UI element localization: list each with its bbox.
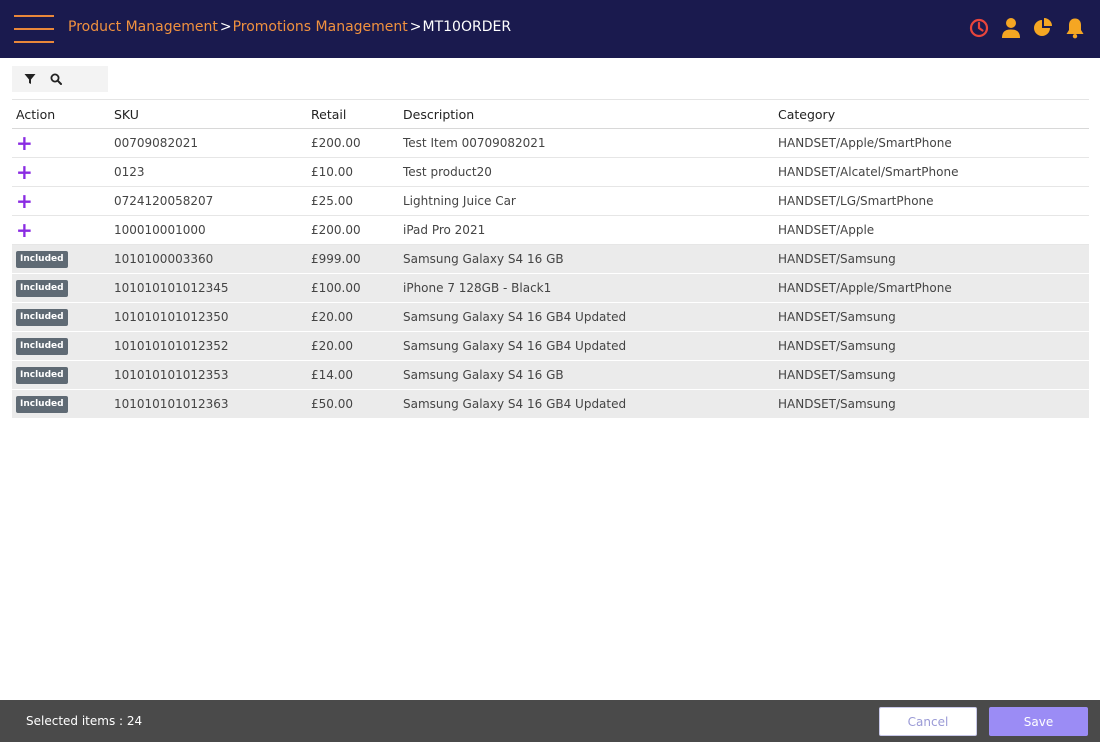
category-cell: HANDSET/Samsung	[774, 244, 1089, 274]
action-cell: Included	[12, 244, 110, 274]
action-cell: Included	[12, 273, 110, 303]
category-cell: HANDSET/Samsung	[774, 302, 1089, 332]
column-header-category[interactable]: Category	[774, 99, 1089, 129]
category-cell: HANDSET/Alcatel/SmartPhone	[774, 157, 1089, 187]
included-badge: Included	[16, 280, 68, 297]
action-cell: Included	[12, 302, 110, 332]
action-cell: +	[12, 215, 110, 245]
cancel-button[interactable]: Cancel	[879, 707, 977, 736]
retail-cell: £200.00	[307, 215, 399, 245]
retail-cell: £10.00	[307, 157, 399, 187]
sku-cell: 0123	[110, 157, 307, 187]
description-cell: Samsung Galaxy S4 16 GB	[399, 360, 774, 390]
sku-cell: 101010101012345	[110, 273, 307, 303]
breadcrumb: Product Management >Promotions Management…	[68, 19, 511, 35]
category-cell: HANDSET/Samsung	[774, 331, 1089, 361]
included-badge: Included	[16, 396, 68, 413]
breadcrumb-product-management[interactable]: Product Management	[68, 19, 218, 35]
table-toolbar	[12, 66, 108, 92]
sku-cell: 100010001000	[110, 215, 307, 245]
retail-cell: £20.00	[307, 302, 399, 332]
retail-cell: £14.00	[307, 360, 399, 390]
included-badge: Included	[16, 338, 68, 355]
action-cell: Included	[12, 360, 110, 390]
table-row: Included 101010101012350 £20.00 Samsung …	[12, 302, 1089, 332]
header-icons	[968, 16, 1086, 40]
products-table: Action SKU Retail Description Category +…	[12, 99, 1089, 419]
table-row: + 0123 £10.00 Test product20 HANDSET/Alc…	[12, 157, 1089, 187]
action-cell: +	[12, 157, 110, 187]
retail-cell: £20.00	[307, 331, 399, 361]
retail-cell: £50.00	[307, 389, 399, 419]
breadcrumb-promotions-management[interactable]: Promotions Management	[233, 19, 408, 35]
action-cell: +	[12, 128, 110, 158]
sku-cell: 101010101012352	[110, 331, 307, 361]
category-cell: HANDSET/LG/SmartPhone	[774, 186, 1089, 216]
top-header: Product Management >Promotions Management…	[0, 0, 1100, 58]
add-item-button[interactable]: +	[16, 220, 33, 240]
table-row: Included 101010101012352 £20.00 Samsung …	[12, 331, 1089, 361]
category-cell: HANDSET/Samsung	[774, 360, 1089, 390]
user-icon[interactable]	[1000, 16, 1022, 40]
sku-cell: 101010101012350	[110, 302, 307, 332]
retail-cell: £999.00	[307, 244, 399, 274]
table-row: + 0724120058207 £25.00 Lightning Juice C…	[12, 186, 1089, 216]
breadcrumb-separator: >	[219, 19, 232, 35]
category-cell: HANDSET/Apple/SmartPhone	[774, 128, 1089, 158]
category-cell: HANDSET/Samsung	[774, 389, 1089, 419]
filter-icon[interactable]	[20, 69, 40, 89]
action-cell: Included	[12, 331, 110, 361]
description-cell: iPad Pro 2021	[399, 215, 774, 245]
table-row: + 100010001000 £200.00 iPad Pro 2021 HAN…	[12, 215, 1089, 245]
sku-cell: 0724120058207	[110, 186, 307, 216]
hamburger-menu-icon[interactable]	[14, 15, 54, 43]
description-cell: Samsung Galaxy S4 16 GB4 Updated	[399, 389, 774, 419]
table-row: Included 101010101012363 £50.00 Samsung …	[12, 389, 1089, 419]
breadcrumb-separator: >	[409, 19, 422, 35]
bell-icon[interactable]	[1064, 16, 1086, 40]
description-cell: Samsung Galaxy S4 16 GB4 Updated	[399, 331, 774, 361]
included-badge: Included	[16, 251, 68, 268]
save-button[interactable]: Save	[989, 707, 1088, 736]
table-row: Included 1010100003360 £999.00 Samsung G…	[12, 244, 1089, 274]
footer-bar: Selected items : 24 Cancel Save	[0, 700, 1100, 742]
action-cell: +	[12, 186, 110, 216]
sku-cell: 1010100003360	[110, 244, 307, 274]
search-icon[interactable]	[46, 69, 66, 89]
table-row: + 00709082021 £200.00 Test Item 00709082…	[12, 128, 1089, 158]
retail-cell: £100.00	[307, 273, 399, 303]
category-cell: HANDSET/Apple	[774, 215, 1089, 245]
sku-cell: 00709082021	[110, 128, 307, 158]
retail-cell: £25.00	[307, 186, 399, 216]
description-cell: Lightning Juice Car	[399, 186, 774, 216]
retail-cell: £200.00	[307, 128, 399, 158]
pie-chart-icon[interactable]	[1032, 16, 1054, 40]
clock-icon[interactable]	[968, 16, 990, 40]
add-item-button[interactable]: +	[16, 162, 33, 182]
column-header-action[interactable]: Action	[12, 99, 110, 129]
description-cell: Test product20	[399, 157, 774, 187]
selected-items-count: Selected items : 24	[26, 714, 143, 728]
description-cell: Samsung Galaxy S4 16 GB	[399, 244, 774, 274]
table-row: Included 101010101012345 £100.00 iPhone …	[12, 273, 1089, 303]
table-header-row: Action SKU Retail Description Category	[12, 99, 1089, 129]
category-cell: HANDSET/Apple/SmartPhone	[774, 273, 1089, 303]
description-cell: Test Item 00709082021	[399, 128, 774, 158]
add-item-button[interactable]: +	[16, 191, 33, 211]
breadcrumb-current: MT10ORDER	[422, 19, 512, 35]
column-header-description[interactable]: Description	[399, 99, 774, 129]
description-cell: Samsung Galaxy S4 16 GB4 Updated	[399, 302, 774, 332]
included-badge: Included	[16, 309, 68, 326]
included-badge: Included	[16, 367, 68, 384]
sku-cell: 101010101012363	[110, 389, 307, 419]
table-row: Included 101010101012353 £14.00 Samsung …	[12, 360, 1089, 390]
column-header-retail[interactable]: Retail	[307, 99, 399, 129]
description-cell: iPhone 7 128GB - Black1	[399, 273, 774, 303]
sku-cell: 101010101012353	[110, 360, 307, 390]
action-cell: Included	[12, 389, 110, 419]
column-header-sku[interactable]: SKU	[110, 99, 307, 129]
add-item-button[interactable]: +	[16, 133, 33, 153]
